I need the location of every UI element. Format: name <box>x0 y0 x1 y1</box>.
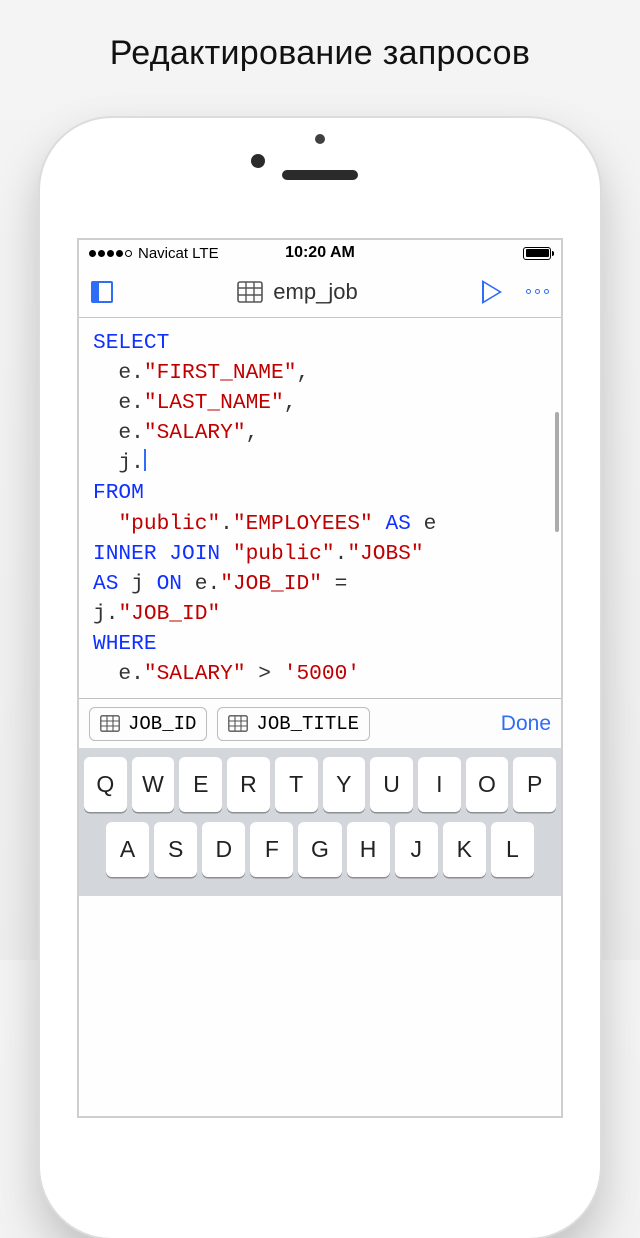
keyboard-row-1: QWERTYUIOP <box>84 757 556 812</box>
status-clock: 10:20 AM <box>285 244 355 262</box>
key-h[interactable]: H <box>347 822 390 877</box>
editor-scrollbar[interactable] <box>555 412 559 532</box>
panel-toggle-button[interactable] <box>91 281 113 303</box>
toolbar-title: emp_job <box>123 279 472 305</box>
app-toolbar: emp_job <box>79 266 561 318</box>
keyboard-done-button[interactable]: Done <box>501 712 551 736</box>
key-o[interactable]: O <box>466 757 509 812</box>
keyboard: QWERTYUIOP ASDFGHJKL <box>79 748 561 896</box>
more-icon <box>526 289 549 294</box>
proximity-sensor <box>315 134 325 144</box>
key-g[interactable]: G <box>298 822 341 877</box>
device-screen: Navicat LTE 10:20 AM emp_job SELECT e."F… <box>77 238 563 1118</box>
carrier-label: Navicat LTE <box>138 245 219 262</box>
suggestion-label: JOB_TITLE <box>256 713 359 735</box>
key-a[interactable]: A <box>106 822 149 877</box>
suggestion-job-title[interactable]: JOB_TITLE <box>217 707 370 741</box>
battery-icon <box>523 247 551 260</box>
key-k[interactable]: K <box>443 822 486 877</box>
keyboard-row-2: ASDFGHJKL <box>84 822 556 877</box>
signal-dots <box>89 250 132 257</box>
page-caption: Редактирование запросов <box>0 0 640 97</box>
earpiece-speaker <box>282 170 358 180</box>
device-frame: Navicat LTE 10:20 AM emp_job SELECT e."F… <box>40 118 600 1238</box>
key-u[interactable]: U <box>370 757 413 812</box>
key-r[interactable]: R <box>227 757 270 812</box>
play-icon <box>482 280 502 304</box>
key-e[interactable]: E <box>179 757 222 812</box>
query-name: emp_job <box>273 279 357 305</box>
key-s[interactable]: S <box>154 822 197 877</box>
front-camera <box>251 154 265 168</box>
suggestion-job-id[interactable]: JOB_ID <box>89 707 207 741</box>
key-p[interactable]: P <box>513 757 556 812</box>
panel-icon <box>91 281 113 303</box>
sql-editor[interactable]: SELECT e."FIRST_NAME", e."LAST_NAME", e.… <box>79 318 561 698</box>
key-j[interactable]: J <box>395 822 438 877</box>
text-cursor <box>144 449 146 471</box>
column-icon <box>100 715 120 732</box>
key-l[interactable]: L <box>491 822 534 877</box>
key-f[interactable]: F <box>250 822 293 877</box>
key-i[interactable]: I <box>418 757 461 812</box>
run-button[interactable] <box>482 280 502 304</box>
key-y[interactable]: Y <box>323 757 366 812</box>
autocomplete-bar: JOB_ID JOB_TITLE Done <box>79 698 561 748</box>
table-icon <box>237 281 263 303</box>
key-q[interactable]: Q <box>84 757 127 812</box>
more-button[interactable] <box>526 289 549 294</box>
key-w[interactable]: W <box>132 757 175 812</box>
key-d[interactable]: D <box>202 822 245 877</box>
status-bar: Navicat LTE 10:20 AM <box>79 240 561 266</box>
key-t[interactable]: T <box>275 757 318 812</box>
column-icon <box>228 715 248 732</box>
suggestion-label: JOB_ID <box>128 713 196 735</box>
